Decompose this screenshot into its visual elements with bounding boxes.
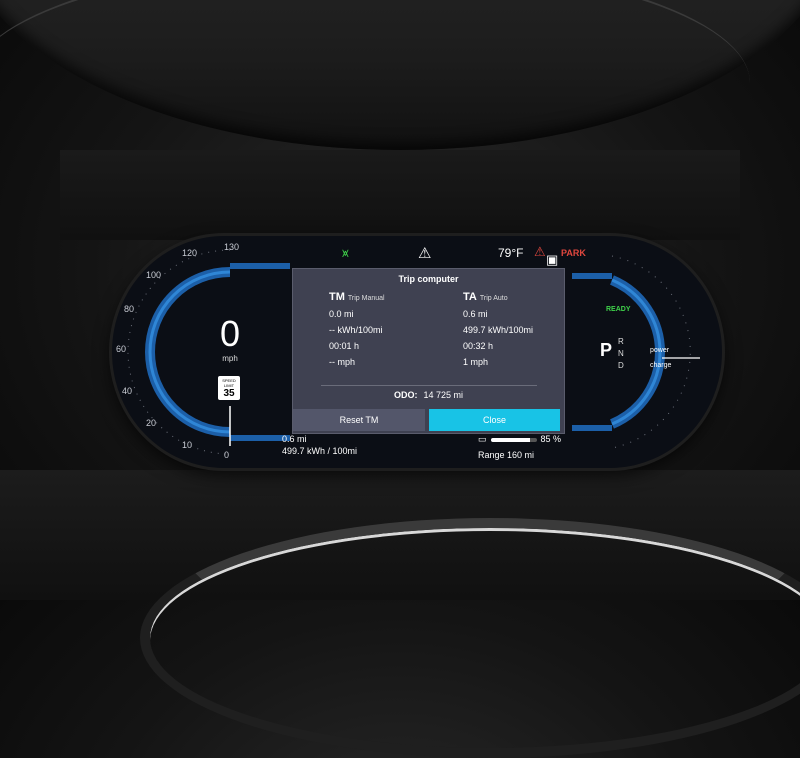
trip-manual-label: Trip Manual — [347, 295, 385, 302]
trip-manual-energy: -- kWh/100mi — [329, 325, 383, 335]
speedometer-tick-ring — [127, 249, 231, 455]
tick-label: 20 — [146, 418, 157, 428]
dialog-title: Trip computer — [398, 274, 459, 284]
gear-d: D — [618, 361, 624, 370]
trip-manual-header: TM Trip Manual — [329, 291, 459, 303]
tick-label: 60 — [116, 344, 127, 354]
trip-manual-speed: -- mph — [329, 357, 356, 367]
odometer-label: ODO: — [393, 390, 418, 400]
odometer-divider — [321, 385, 537, 386]
seatbelt-warning-icon: ⚠ — [534, 244, 546, 259]
battery-icon: ▭ — [478, 434, 487, 444]
charge-label: charge — [650, 362, 672, 369]
battery-percent: 85 % — [540, 434, 562, 444]
tick-label: 80 — [124, 304, 135, 314]
ready-indicator: READY — [606, 306, 631, 313]
close-button[interactable]: Close — [429, 409, 560, 431]
trip-auto-code: TA — [463, 291, 477, 303]
car-top-icon: ▣ — [546, 252, 559, 267]
tick-label: 0 — [224, 450, 230, 460]
reset-tm-button[interactable]: Reset TM — [293, 409, 425, 431]
trip-computer-dialog: Trip computer TM Trip Manual 0.0 mi -- kW… — [292, 268, 565, 434]
current-gear: P — [600, 340, 613, 360]
speed-limit-label: SPEED LIMIT — [222, 378, 236, 388]
battery-level-bar — [490, 437, 537, 442]
headlight-icon: ⩙ — [342, 246, 349, 260]
odometer: ODO: 14 725 mi — [293, 390, 564, 400]
trip-summary-energy: 499.7 kWh / 100mi — [282, 446, 358, 456]
trip-manual-distance: 0.0 mi — [329, 309, 354, 319]
speedometer-arc-blue — [145, 267, 231, 437]
power-gauge — [572, 236, 722, 468]
speedometer-arc-highlight — [148, 270, 231, 434]
gear-n: N — [618, 349, 624, 358]
speed-limit-sign: SPEED LIMIT 35 — [218, 376, 240, 400]
battery-status: ▭ 85 % — [478, 434, 561, 445]
trip-manual-code: TM — [329, 291, 345, 303]
instrument-cluster-screen: 0 10 20 40 60 80 100 120 130 0 mph SPEED… — [112, 236, 722, 468]
tick-label: 40 — [122, 386, 133, 396]
trip-manual-column: TM Trip Manual 0.0 mi -- kWh/100mi 00:01 … — [329, 291, 459, 370]
gear-list: R N D — [618, 336, 624, 372]
range-display: Range 160 mi — [478, 450, 535, 460]
trip-auto-label: Trip Auto — [479, 295, 508, 302]
steering-wheel-rim — [140, 518, 800, 758]
current-speed: 0 — [219, 313, 241, 354]
gear-r: R — [618, 337, 624, 346]
trip-summary: 0.6 mi 499.7 kWh / 100mi — [282, 433, 357, 457]
power-label: power — [650, 347, 670, 354]
trip-summary-distance: 0.6 mi — [282, 434, 307, 444]
outside-temperature: 79°F — [498, 246, 524, 260]
bezel-shadow — [60, 150, 740, 240]
tick-label: 10 — [182, 440, 193, 450]
power-gauge-arc — [572, 255, 700, 449]
speed-limit-value: 35 — [223, 388, 235, 399]
tick-label: 100 — [146, 270, 162, 280]
instrument-hood — [0, 0, 800, 150]
warning-triangle-icon: ⚠ — [418, 245, 432, 262]
trip-manual-time: 00:01 h — [329, 341, 360, 351]
speed-unit: mph — [222, 354, 238, 363]
odometer-value: 14 725 mi — [423, 390, 464, 400]
hood-rim — [0, 0, 750, 83]
